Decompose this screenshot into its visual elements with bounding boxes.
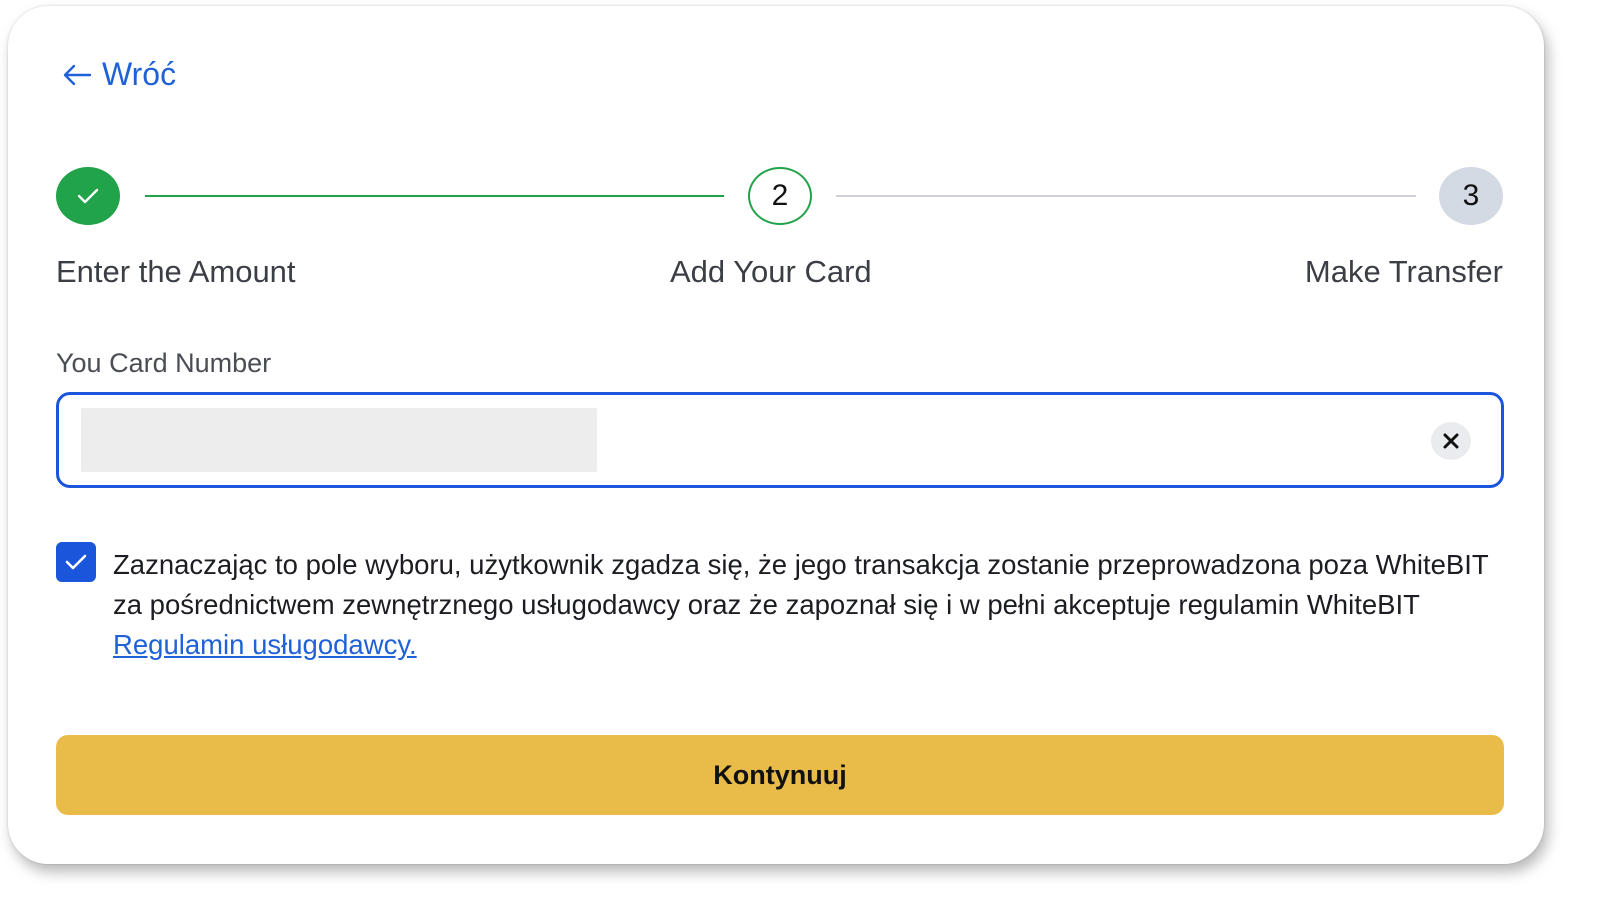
arrow-left-icon xyxy=(63,64,92,85)
check-icon xyxy=(77,188,99,204)
step-2-label: Add Your Card xyxy=(670,254,872,289)
card-number-label: You Card Number xyxy=(56,348,272,378)
clear-input-button[interactable] xyxy=(1431,422,1471,460)
step-3-number: 3 xyxy=(1462,179,1480,212)
step-2-number: 2 xyxy=(771,179,789,212)
step-3-indicator: 3 xyxy=(1439,167,1503,225)
close-icon xyxy=(1443,433,1459,449)
step-connector-1 xyxy=(145,195,724,197)
step-1-indicator xyxy=(56,167,120,225)
continue-button[interactable]: Kontynuuj xyxy=(56,735,1504,815)
provider-terms-link[interactable]: Regulamin usługodawcy. xyxy=(113,629,417,660)
step-2-indicator: 2 xyxy=(748,167,812,225)
step-connector-2 xyxy=(836,195,1416,197)
card-form-panel: Wróć 2 3 Enter the Amount Add Your Card … xyxy=(8,6,1544,864)
card-number-input[interactable] xyxy=(56,392,1504,488)
card-number-redacted-value xyxy=(81,408,597,472)
consent-checkbox[interactable] xyxy=(56,542,96,582)
back-link-label: Wróć xyxy=(102,56,177,92)
checkmark-icon xyxy=(65,554,87,570)
step-3-label: Make Transfer xyxy=(1304,254,1503,289)
consent-body: Zaznaczając to pole wyboru, użytkownik z… xyxy=(113,549,1489,620)
step-1-label: Enter the Amount xyxy=(56,254,296,289)
consent-text: Zaznaczając to pole wyboru, użytkownik z… xyxy=(113,545,1508,665)
back-link[interactable]: Wróć xyxy=(62,56,176,93)
